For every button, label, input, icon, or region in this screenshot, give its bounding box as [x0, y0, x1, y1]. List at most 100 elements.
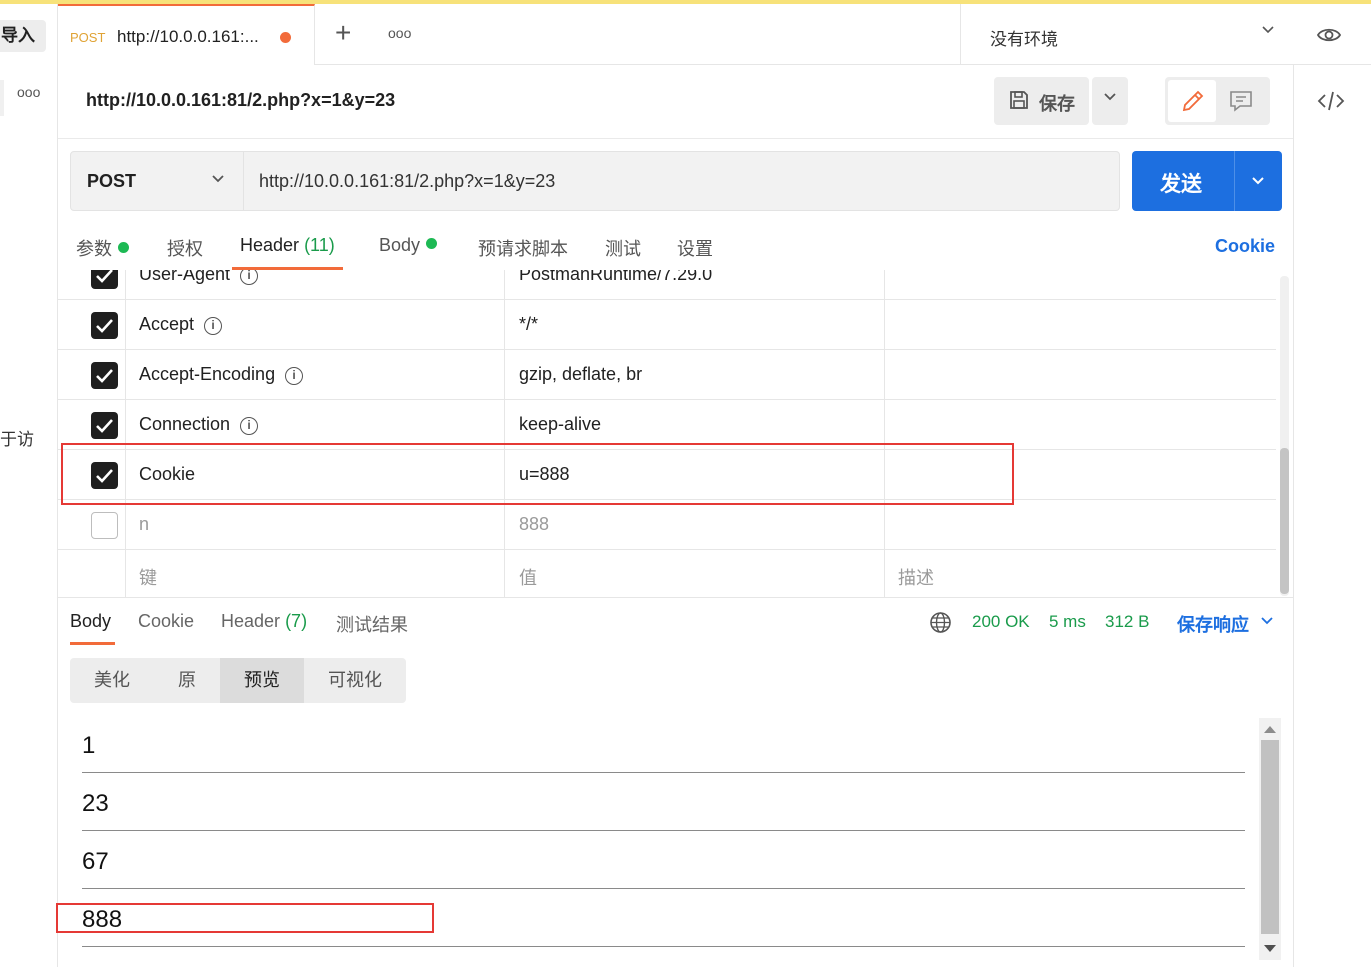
- chevron-down-icon[interactable]: [1260, 22, 1276, 43]
- divider: [82, 888, 1245, 889]
- scrollbar-thumb[interactable]: [1280, 448, 1289, 594]
- tab-params[interactable]: 参数: [76, 235, 129, 261]
- tab-method: POST: [70, 30, 106, 45]
- header-value[interactable]: PostmanRuntime/7.29.0: [519, 270, 712, 285]
- edit-mode-button[interactable]: [1168, 80, 1216, 122]
- scrollbar-thumb[interactable]: [1261, 740, 1279, 934]
- sidebar-selection: [0, 80, 4, 116]
- header-description[interactable]: [885, 350, 1276, 399]
- result-highlight-box: [56, 903, 434, 933]
- tab-bar: POST http://10.0.0.161:... + ooo 没有环境: [58, 4, 1371, 65]
- chevron-down-icon[interactable]: [1258, 612, 1276, 630]
- view-mode-group: 美化 原 预览 可视化: [70, 658, 406, 703]
- code-icon[interactable]: [1316, 87, 1346, 115]
- sidebar-more-icon[interactable]: ooo: [17, 84, 40, 100]
- view-visualize-button[interactable]: 可视化: [304, 658, 406, 703]
- header-description[interactable]: [885, 270, 1276, 299]
- request-tab[interactable]: POST http://10.0.0.161:...: [58, 4, 315, 65]
- row-checkbox[interactable]: [91, 312, 118, 339]
- tab-prerequest-script[interactable]: 预请求脚本: [478, 235, 568, 261]
- tab-response-header-count: (7): [285, 611, 308, 631]
- header-value[interactable]: keep-alive: [519, 414, 601, 435]
- save-button[interactable]: 保存: [994, 77, 1089, 125]
- response-time[interactable]: 5 ms: [1049, 612, 1086, 632]
- value-placeholder[interactable]: 值: [519, 564, 537, 590]
- status-code[interactable]: 200 OK: [972, 612, 1030, 632]
- tab-auth[interactable]: 授权: [167, 235, 203, 261]
- divider: [58, 597, 1293, 598]
- view-pretty-button[interactable]: 美化: [70, 658, 154, 703]
- header-value[interactable]: */*: [519, 314, 538, 335]
- tab-response-cookie[interactable]: Cookie: [138, 611, 194, 632]
- description-placeholder[interactable]: 描述: [898, 564, 934, 590]
- row-checkbox[interactable]: [91, 362, 118, 389]
- divider: [58, 138, 1293, 139]
- headers-table: User-Agent i PostmanRuntime/7.29.0 Accept…: [58, 270, 1276, 597]
- header-value[interactable]: 888: [519, 514, 549, 535]
- tab-response-header-label: Header: [221, 611, 281, 631]
- mode-toggle: [1165, 77, 1270, 125]
- comment-icon[interactable]: [1227, 87, 1255, 115]
- info-icon[interactable]: i: [240, 417, 259, 435]
- scroll-up-icon[interactable]: [1264, 726, 1276, 733]
- tab-header[interactable]: Header (11): [240, 235, 335, 256]
- table-row: User-Agent i PostmanRuntime/7.29.0: [58, 270, 1276, 300]
- save-response-button[interactable]: 保存响应: [1177, 611, 1249, 637]
- scroll-down-icon[interactable]: [1264, 945, 1276, 952]
- cookie-link[interactable]: Cookie: [1215, 236, 1275, 257]
- tab-response-body[interactable]: Body: [70, 611, 111, 632]
- view-raw-button[interactable]: 原: [154, 658, 220, 703]
- info-icon[interactable]: i: [240, 270, 259, 285]
- table-row: Accept i */*: [58, 300, 1276, 350]
- tab-settings[interactable]: 设置: [677, 235, 713, 261]
- save-options-button[interactable]: [1092, 77, 1128, 125]
- table-row: n 888: [58, 500, 1276, 550]
- row-checkbox[interactable]: [91, 412, 118, 439]
- info-icon[interactable]: i: [204, 317, 223, 335]
- tab-response-header[interactable]: Header (7): [221, 611, 307, 632]
- header-value[interactable]: gzip, deflate, br: [519, 364, 642, 385]
- divider: [82, 772, 1245, 773]
- view-preview-button[interactable]: 预览: [220, 658, 304, 703]
- header-key[interactable]: Accept-Encoding i: [139, 364, 304, 385]
- response-size[interactable]: 312 B: [1105, 612, 1149, 632]
- method-select[interactable]: POST: [70, 151, 244, 211]
- send-button[interactable]: 发送: [1132, 151, 1282, 211]
- info-icon[interactable]: i: [285, 367, 304, 385]
- tab-body[interactable]: Body: [379, 235, 438, 256]
- import-button[interactable]: 导入: [0, 20, 46, 52]
- save-icon: [1010, 91, 1028, 109]
- globe-icon[interactable]: [929, 611, 952, 634]
- header-description[interactable]: [885, 300, 1276, 349]
- preview-scrollbar[interactable]: [1259, 718, 1281, 960]
- chevron-down-icon: [1104, 93, 1116, 101]
- tab-header-count: (11): [304, 235, 335, 255]
- header-description[interactable]: [885, 400, 1276, 449]
- table-scrollbar[interactable]: [1280, 276, 1289, 596]
- preview-line: 1: [82, 732, 96, 759]
- row-checkbox[interactable]: [91, 270, 118, 289]
- header-key[interactable]: Accept i: [139, 314, 223, 335]
- header-key[interactable]: User-Agent i: [139, 270, 259, 285]
- environment-select[interactable]: 没有环境: [990, 25, 1058, 50]
- url-input[interactable]: http://10.0.0.161:81/2.php?x=1&y=23: [244, 151, 1120, 211]
- chevron-down-icon[interactable]: [1248, 170, 1268, 190]
- divider: [960, 4, 961, 65]
- status-dot-icon: [118, 242, 129, 253]
- header-key[interactable]: n: [139, 514, 149, 535]
- header-description[interactable]: [885, 500, 1276, 549]
- tab-header-label: Header: [240, 235, 300, 255]
- new-tab-button[interactable]: +: [335, 17, 351, 49]
- tab-test-results[interactable]: 测试结果: [336, 611, 408, 637]
- eye-icon[interactable]: [1316, 22, 1342, 48]
- tab-more-icon[interactable]: ooo: [388, 25, 411, 41]
- sidebar-truncated-text: 于访: [0, 430, 34, 449]
- tab-tests[interactable]: 测试: [605, 235, 641, 261]
- row-checkbox[interactable]: [91, 512, 118, 539]
- chevron-down-icon: [212, 175, 224, 183]
- save-label: 保存: [1039, 94, 1075, 114]
- header-key[interactable]: Connection i: [139, 414, 259, 435]
- key-placeholder[interactable]: 键: [139, 564, 157, 590]
- request-title[interactable]: http://10.0.0.161:81/2.php?x=1&y=23: [86, 90, 395, 111]
- divider: [1234, 151, 1235, 211]
